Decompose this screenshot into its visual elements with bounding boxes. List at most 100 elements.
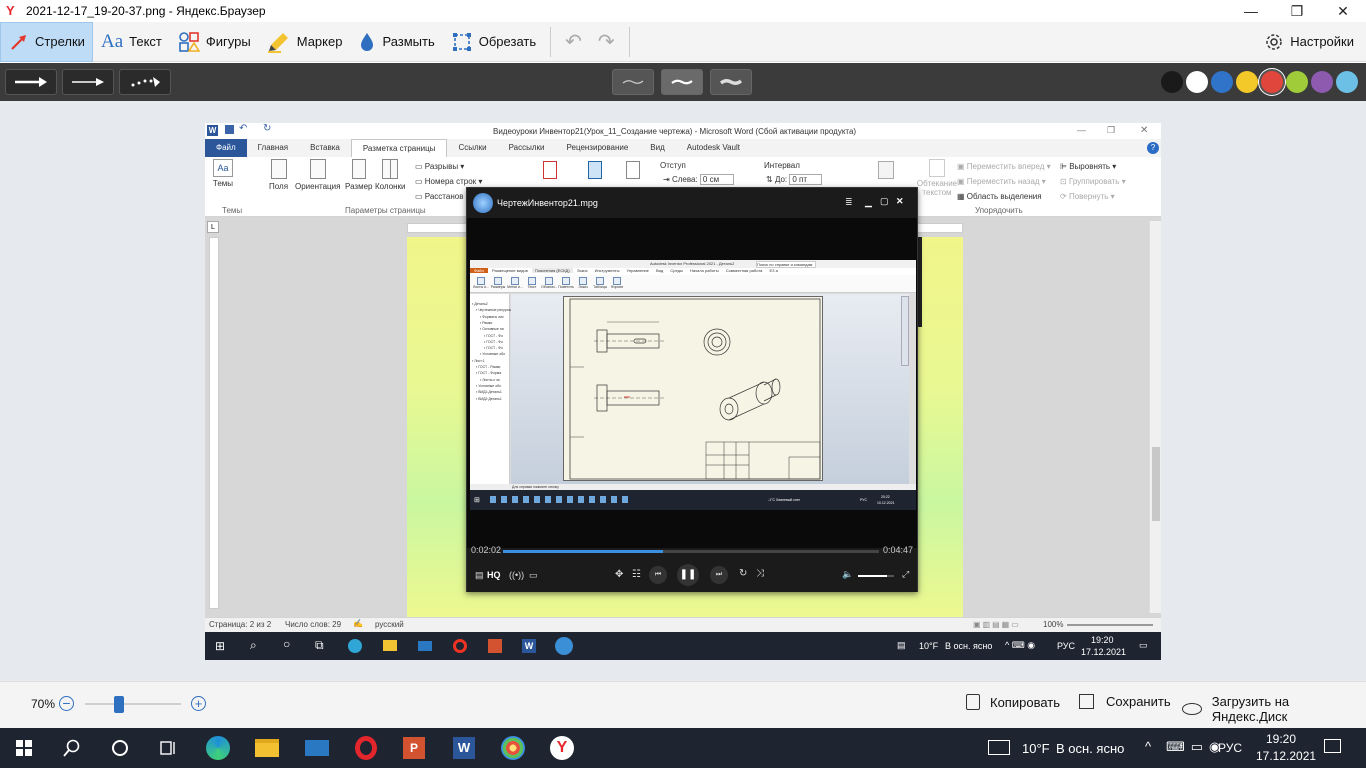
settings-button[interactable]: Настройки	[1256, 22, 1362, 62]
tool-arrows[interactable]: Стрелки	[0, 21, 93, 62]
inventor-tool[interactable]: Листы и...	[473, 277, 489, 289]
task-view-button[interactable]	[154, 734, 182, 762]
arrow-style-dotted[interactable]	[119, 69, 171, 95]
inventor-tab[interactable]: ЕЗ а	[766, 268, 780, 273]
stroke-style-bold[interactable]	[710, 69, 752, 95]
start-button[interactable]	[10, 734, 38, 762]
cortana-button[interactable]	[106, 734, 134, 762]
shuffle-icon[interactable]: ⤨	[756, 568, 764, 579]
columns-button[interactable]: Колонки	[375, 159, 406, 191]
inventor-tool[interactable]: Формат	[609, 277, 625, 289]
inventor-tab[interactable]: Начало работы	[687, 268, 722, 273]
tool-blur[interactable]: Размыть	[350, 22, 442, 62]
word-zoom-slider[interactable]	[1067, 624, 1153, 626]
equalizer-icon[interactable]: ☷	[632, 569, 641, 580]
pause-button[interactable]: ❚❚	[677, 564, 699, 586]
status-page[interactable]: Страница: 2 из 2	[209, 620, 271, 629]
inner-taskview-icon[interactable]: ⧉	[315, 638, 324, 653]
hyphenation-button[interactable]: ▭ Расстанов	[415, 192, 463, 201]
inventor-tab[interactable]: Вид	[653, 268, 666, 273]
inventor-tool[interactable]: Эскиз	[575, 277, 591, 289]
fullscreen-icon[interactable]: ⤢	[902, 569, 909, 580]
close-button[interactable]: ✕	[1320, 0, 1366, 22]
word-undo-icon[interactable]: ↶	[239, 123, 247, 134]
align-button[interactable]: ⊫ Выровнять ▾	[1060, 162, 1116, 171]
weather-temp[interactable]: 10°F	[1022, 741, 1050, 756]
edge-taskbar-button[interactable]	[204, 734, 232, 762]
position-icon[interactable]	[878, 161, 894, 179]
color-swatch[interactable]	[1186, 71, 1208, 93]
audio-track-icon[interactable]: ((•))	[509, 570, 524, 580]
inventor-tab[interactable]: Пояснения (ЕСКД)	[531, 268, 573, 273]
zoom-slider[interactable]	[85, 696, 181, 713]
search-button[interactable]	[58, 734, 86, 762]
color-swatch[interactable]	[1211, 71, 1233, 93]
inventor-view-cube[interactable]	[901, 296, 909, 366]
vertical-scrollbar[interactable]	[1149, 221, 1161, 613]
inventor-tool[interactable]: Обознач...	[541, 277, 557, 289]
inventor-tool[interactable]: Размеры	[490, 277, 506, 289]
word-tab-references[interactable]: Ссылки	[447, 139, 497, 157]
undo-button[interactable]: ↶	[557, 22, 590, 62]
word-minimize-button[interactable]: —	[1077, 125, 1086, 135]
inner-lang[interactable]: РУС	[1057, 641, 1075, 651]
inventor-tree-item[interactable]: ▪ Рамки	[480, 321, 492, 325]
inventor-tree-item[interactable]: ▪ ГОСТ - Фо	[484, 340, 503, 344]
inventor-tool[interactable]: Текст	[524, 277, 540, 289]
inventor-tab[interactable]: Совместная работа	[723, 268, 766, 273]
opera-taskbar-button[interactable]	[352, 734, 380, 762]
status-language[interactable]: русский	[375, 620, 404, 629]
inner-powerpoint-icon[interactable]	[488, 639, 502, 653]
inventor-tab[interactable]: Среды	[667, 268, 685, 273]
minimize-button[interactable]: —	[1228, 0, 1274, 22]
inventor-tool[interactable]: Таблица	[592, 277, 608, 289]
indent-left-field[interactable]: ⇥ Слева: 0 см	[663, 174, 735, 185]
inventor-tab-file[interactable]: Файл	[470, 268, 488, 273]
mail-taskbar-button[interactable]	[303, 734, 331, 762]
video-settings-icon[interactable]: ✥	[615, 569, 623, 580]
progress-track[interactable]	[503, 550, 879, 553]
inner-tray-icons[interactable]: ^ ⌨ ◉	[1005, 640, 1035, 651]
clock-time[interactable]: 19:20	[1266, 732, 1296, 746]
inventor-tool[interactable]: Метки и...	[507, 277, 523, 289]
save-button[interactable]: Сохранить	[1079, 694, 1171, 709]
size-button[interactable]: Размер	[345, 159, 373, 191]
inventor-tree-item[interactable]: ▪ ГОСТ - Рамки	[476, 365, 500, 369]
fields-button[interactable]: Поля	[269, 159, 288, 191]
line-numbers-button[interactable]: ▭ Номера строк ▾	[415, 177, 482, 186]
word-tab-insert[interactable]: Вставка	[299, 139, 351, 157]
orientation-button[interactable]: Ориентация	[295, 159, 340, 191]
player-taskbar-button[interactable]	[499, 734, 527, 762]
tool-shapes[interactable]: Фигуры	[170, 22, 259, 62]
word-taskbar-button[interactable]: W	[450, 734, 478, 762]
zoom-in-button[interactable]: +	[191, 696, 206, 711]
inventor-tree-item[interactable]: ▪ Чертежные ресурсы	[476, 308, 511, 312]
zoom-slider-thumb[interactable]	[113, 696, 124, 713]
tool-marker[interactable]: Маркер	[259, 22, 351, 62]
word-tab-view[interactable]: Вид	[639, 139, 675, 157]
yandex-taskbar-button[interactable]: Y	[548, 734, 576, 762]
inner-word-icon[interactable]: W	[522, 639, 536, 653]
inventor-tree-item[interactable]: ▪ ВИД2:Деталь1	[476, 397, 502, 401]
inventor-tab[interactable]: Эскиз	[574, 268, 591, 273]
inventor-tree-item[interactable]: ▪ Условные обо	[480, 352, 505, 356]
stroke-style-medium[interactable]	[661, 69, 703, 95]
player-playlist-icon[interactable]: ≣	[845, 197, 853, 208]
tool-text[interactable]: Aa Текст	[93, 22, 170, 62]
word-close-button[interactable]: ✕	[1140, 125, 1148, 136]
player-close-button[interactable]: ✕	[896, 196, 904, 207]
spacing-before-field[interactable]: ⇅ До: 0 пт	[766, 174, 823, 185]
tray-chevron-icon[interactable]: ^	[1145, 739, 1151, 754]
selection-pane-button[interactable]: ▦ Область выделения	[957, 192, 1042, 201]
word-save-icon[interactable]	[225, 125, 234, 134]
word-restore-button[interactable]: ❐	[1107, 125, 1115, 136]
player-minimize-button[interactable]: ▁	[865, 197, 872, 208]
prev-button[interactable]: ⏮	[649, 566, 667, 584]
inner-start-icon[interactable]: ⊞	[215, 639, 225, 653]
video-frame[interactable]: Autodesk Inventor Professional 2021 - Де…	[470, 260, 916, 510]
inner-player-icon[interactable]	[555, 637, 573, 655]
inventor-tree-item[interactable]: ▪ ГОСТ - Фо	[484, 346, 503, 350]
inner-notification-icon[interactable]: ▭	[1139, 640, 1148, 651]
inner-search-icon[interactable]: ⌕	[250, 638, 257, 653]
tab-selector[interactable]: L	[207, 221, 219, 233]
